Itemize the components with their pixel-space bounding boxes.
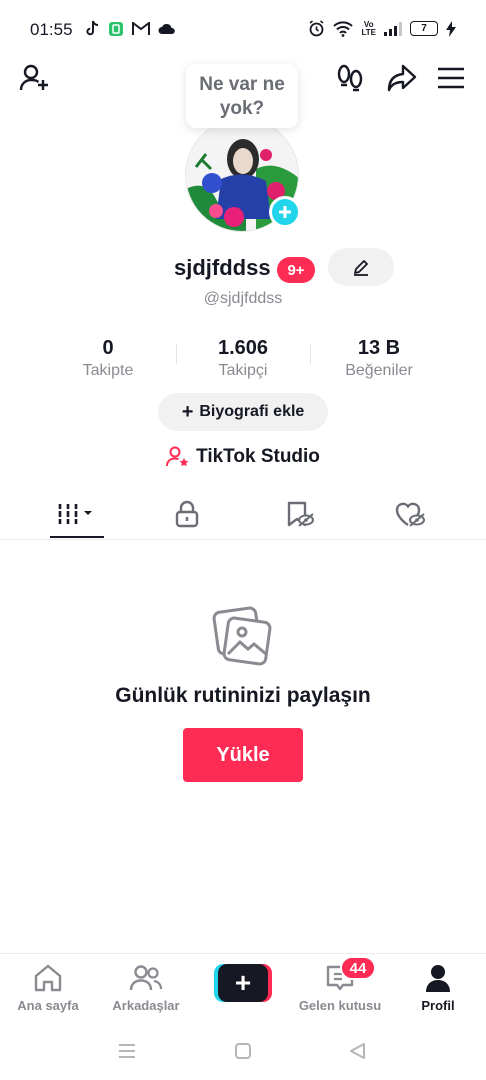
system-navigation-bar <box>0 1022 486 1080</box>
gmail-icon <box>132 22 150 36</box>
create-plus-icon: + <box>218 964 268 1002</box>
grid-filter-icon <box>57 504 92 524</box>
edit-profile-button[interactable] <box>328 248 394 286</box>
tab-reposts[interactable] <box>270 490 330 538</box>
tab-private[interactable] <box>157 490 217 538</box>
studio-label: TikTok Studio <box>196 446 320 467</box>
status-time: 01:55 <box>30 20 73 39</box>
share-icon[interactable] <box>384 60 420 96</box>
tab-liked[interactable] <box>380 490 440 538</box>
tab-videos[interactable] <box>48 490 108 538</box>
tiktok-notification-icon <box>84 20 100 38</box>
recent-apps-icon[interactable] <box>116 1040 138 1062</box>
nav-label: Gelen kutusu <box>298 998 382 1013</box>
stat-following[interactable]: 0 Takipte <box>48 336 168 382</box>
plus-icon <box>279 206 291 218</box>
friends-icon <box>98 962 194 994</box>
profile-icon <box>390 962 486 994</box>
stat-label: Takipçi <box>218 362 268 379</box>
lock-icon <box>175 500 199 528</box>
battery-icon: 7 <box>410 21 438 36</box>
stat-followers[interactable]: 1.606 Takipçi <box>183 336 303 382</box>
nav-home[interactable]: Ana sayfa <box>0 962 96 1013</box>
status-note-bubble[interactable]: Ne var ne yok? <box>186 64 298 128</box>
home-button-icon[interactable] <box>232 1040 254 1062</box>
battery-level: 7 <box>410 21 438 36</box>
stat-value: 13 B <box>357 337 401 359</box>
stat-value: 0 <box>102 337 114 359</box>
profile-avatar[interactable] <box>185 118 301 234</box>
status-notification-icons <box>84 20 176 38</box>
add-bio-label: Biyografi ekle <box>199 403 305 420</box>
add-friend-icon[interactable] <box>16 60 52 96</box>
nav-label: Ana sayfa <box>17 998 79 1013</box>
plus-icon: + <box>181 400 194 423</box>
bookmark-hidden-icon <box>287 501 314 527</box>
inbox-count-badge: 44 <box>340 956 376 980</box>
active-tab-indicator <box>50 536 104 538</box>
profile-stats: 0 Takipte 1.606 Takipçi 13 B Beğeniler <box>0 336 486 386</box>
status-bar: 01:55 Vo LTE 7 <box>0 0 486 60</box>
photo-icon <box>212 606 274 668</box>
stat-divider <box>176 344 177 364</box>
nav-label: Profil <box>421 998 455 1013</box>
heart-hidden-icon <box>395 502 425 527</box>
alarm-icon <box>308 20 325 37</box>
tiktok-studio-link[interactable]: TikTok Studio <box>0 446 486 468</box>
back-icon[interactable] <box>346 1040 368 1062</box>
status-system-icons: Vo LTE 7 <box>308 20 456 37</box>
empty-state-title: Günlük rutininizi paylaşın <box>115 684 371 707</box>
cloud-icon <box>158 23 176 35</box>
volte-icon: Vo LTE <box>361 19 376 37</box>
app-notification-icon <box>108 21 124 37</box>
nav-label: Arkadaşlar <box>112 998 180 1013</box>
add-bio-button[interactable]: + Biyografi ekle <box>158 393 328 431</box>
username-row: sjdjfddss 9+ <box>0 248 486 288</box>
charging-icon <box>446 20 456 37</box>
stat-label: Beğeniler <box>345 362 413 379</box>
menu-icon[interactable] <box>433 60 469 96</box>
content-tabs <box>0 490 486 540</box>
studio-person-star-icon <box>166 446 189 467</box>
notification-badge[interactable]: 9+ <box>277 257 315 283</box>
nav-profile[interactable]: Profil <box>390 962 486 1013</box>
add-avatar-button[interactable] <box>269 196 301 228</box>
footprints-icon[interactable] <box>332 60 368 96</box>
upload-button[interactable]: Yükle <box>183 728 303 782</box>
pencil-icon <box>354 260 368 276</box>
signal-icon <box>384 21 402 36</box>
stat-likes[interactable]: 13 B Beğeniler <box>319 336 439 382</box>
stat-label: Takipte <box>82 362 134 379</box>
home-icon <box>0 962 96 994</box>
nav-friends[interactable]: Arkadaşlar <box>98 962 194 1013</box>
stat-value: 1.606 <box>217 337 269 359</box>
create-button[interactable]: + <box>214 964 272 1002</box>
bottom-navigation: Ana sayfa Arkadaşlar + Gelen kutusu 44 P… <box>0 953 486 1021</box>
stat-divider <box>310 344 311 364</box>
wifi-icon <box>333 20 354 37</box>
user-handle: @sjdjfddss <box>203 290 283 307</box>
username: sjdjfddss <box>174 255 271 280</box>
